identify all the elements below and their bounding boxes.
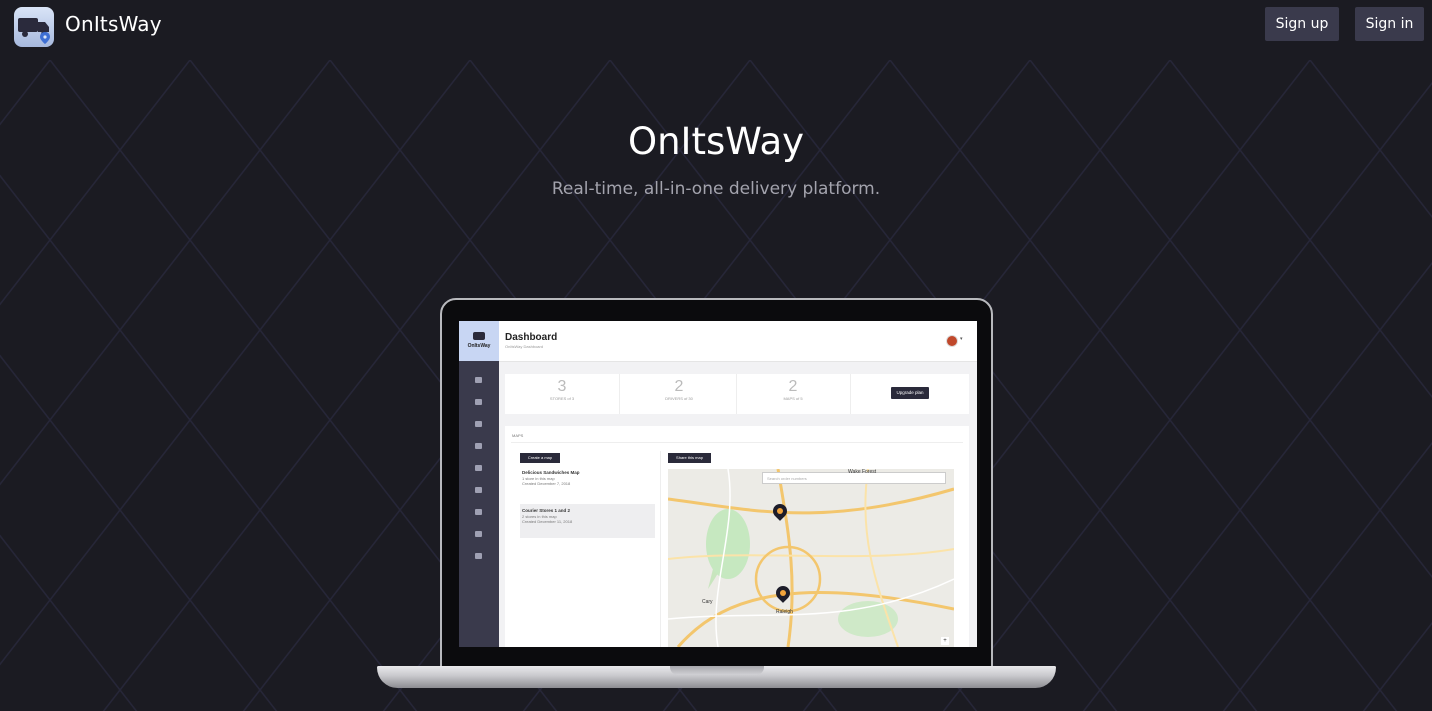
- map-city-label: Wake Forest: [848, 469, 877, 475]
- logo[interactable]: [14, 7, 54, 47]
- map-item-created: Created December 11, 2018: [522, 519, 573, 524]
- create-map-button: Create a map: [520, 453, 560, 463]
- monitor-icon: [475, 399, 482, 405]
- map-city-label: Raleigh: [776, 609, 793, 615]
- hero-title: OnItsWay: [627, 120, 805, 163]
- sign-up-button[interactable]: Sign up: [1265, 7, 1339, 41]
- sitemap-icon: [475, 421, 482, 427]
- map-city-label: Cary: [702, 599, 713, 605]
- dashboard-screenshot: OnItsWay Dashboard OnItsWay Dashboard ▾ …: [459, 321, 977, 647]
- app-page-subtitle: OnItsWay Dashboard: [505, 344, 544, 349]
- trash-icon: [475, 443, 482, 449]
- stat-maps: 2 MAPS of 5: [736, 374, 851, 414]
- delivery-truck-icon: [473, 332, 485, 340]
- home-icon: [475, 377, 482, 383]
- bar-chart-icon: [475, 487, 482, 493]
- navigation-icon: [475, 509, 482, 515]
- chevron-down-icon: ▾: [960, 336, 963, 342]
- divider: [660, 451, 661, 647]
- book-icon: [475, 553, 482, 559]
- stat-stores: 3 STORES of 3: [505, 374, 620, 414]
- brand-name[interactable]: OnItsWay: [65, 12, 162, 36]
- upgrade-plan-button: Upgrade plan: [891, 387, 929, 399]
- list-icon: [475, 465, 482, 471]
- app-sidebar: [459, 361, 499, 647]
- pin-core: [778, 588, 788, 598]
- stats-card: 3 STORES of 3 2 DRIVERS of 30 2 MAPS of …: [505, 374, 969, 414]
- line-chart-icon: [475, 531, 482, 537]
- maps-heading: MAPS: [512, 433, 524, 438]
- list-item: Delicious Sandwiches Map 1 store in this…: [520, 466, 655, 500]
- sign-in-button[interactable]: Sign in: [1355, 7, 1424, 41]
- delivery-truck-icon: [18, 18, 50, 44]
- list-item: Courier Stores 1 and 2 2 stores in this …: [520, 504, 655, 538]
- laptop-notch: [670, 666, 764, 675]
- app-header: Dashboard OnItsWay Dashboard ▾: [499, 321, 977, 362]
- stat-label: DRIVERS of 30: [665, 396, 693, 401]
- stat-label: MAPS of 5: [783, 396, 803, 401]
- map-view: Search order numbers Raleigh Cary Wake F…: [668, 469, 954, 647]
- app-logo-text: OnItsWay: [467, 343, 491, 349]
- divider: [511, 442, 963, 443]
- zoom-in-button: +: [941, 637, 949, 645]
- stat-drivers: 2 DRIVERS of 30: [622, 374, 737, 414]
- pin-core: [775, 506, 785, 516]
- map-item-title: Courier Stores 1 and 2: [522, 508, 571, 513]
- stat-value: 2: [788, 378, 798, 395]
- map-item-title: Delicious Sandwiches Map: [522, 470, 580, 475]
- hero-subtitle: Real-time, all-in-one delivery platform.: [551, 179, 881, 199]
- stat-label: STORES of 3: [549, 396, 575, 401]
- app-logo: OnItsWay: [459, 321, 499, 361]
- top-nav: OnItsWay Sign up Sign in: [0, 0, 1432, 54]
- share-map-button: Share this map: [668, 453, 711, 463]
- app-page-title: Dashboard: [505, 332, 558, 343]
- stat-value: 2: [674, 378, 684, 395]
- maps-card: MAPS Create a map Share this map Delicio…: [505, 426, 969, 647]
- app-main: 3 STORES of 3 2 DRIVERS of 30 2 MAPS of …: [499, 362, 977, 647]
- avatar: [946, 335, 958, 347]
- map-roads: [668, 469, 954, 647]
- stat-value: 3: [557, 378, 567, 395]
- map-item-created: Created December 7, 2018: [522, 481, 571, 486]
